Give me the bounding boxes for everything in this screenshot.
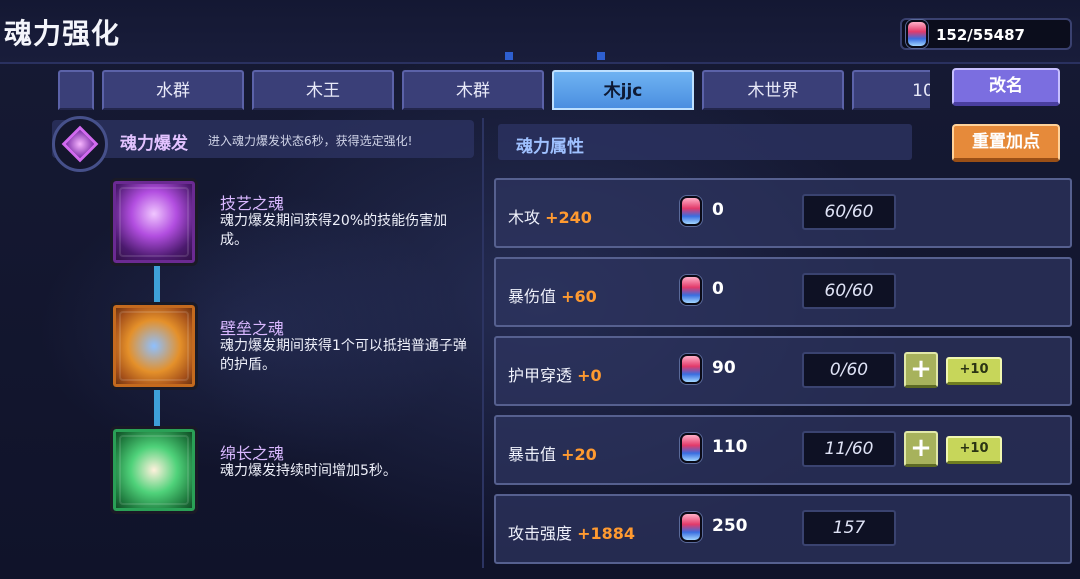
attribute-label: 暴伤值 +60 — [508, 287, 597, 306]
page-title: 魂力强化 — [4, 17, 121, 50]
soul-crystal-icon — [680, 275, 702, 305]
soul-crystal-icon — [680, 433, 702, 463]
soul-crystal-icon — [906, 20, 928, 48]
soul-burst-title: 魂力爆发 — [120, 134, 188, 154]
soul-crystal-icon — [680, 196, 702, 226]
attribute-level: 60/60 — [802, 273, 896, 309]
attribute-cost: 0 — [712, 279, 724, 299]
currency-amount: 152/55487 — [936, 26, 1025, 44]
soul-name: 绵长之魂 — [220, 444, 285, 463]
attribute-label: 木攻 +240 — [508, 208, 592, 227]
reset-points-button[interactable]: 重置加点 — [952, 124, 1060, 162]
attribute-level: 157 — [802, 510, 896, 546]
attribute-cost: 0 — [712, 200, 724, 220]
soul-shield-icon[interactable] — [110, 302, 198, 390]
tab-wood-world[interactable]: 木世界 — [702, 70, 844, 110]
tab-wood-group[interactable]: 木群 — [402, 70, 544, 110]
header-decoration — [505, 52, 615, 60]
attribute-row: 暴伤值 +60 0 60/60 — [494, 257, 1072, 327]
soul-attributes-header: 魂力属性 — [498, 124, 912, 160]
attribute-row: 暴击值 +20 110 11/60 + +10 — [494, 415, 1072, 485]
soul-burst-header: 魂力爆发 进入魂力爆发状态6秒，获得选定强化! — [52, 116, 474, 172]
attribute-bonus: +1884 — [577, 524, 636, 543]
soul-connector — [154, 264, 160, 302]
attribute-bonus: +0 — [577, 366, 602, 385]
soul-clock-icon[interactable] — [110, 426, 198, 514]
soul-crystal-currency: 152/55487 — [900, 18, 1072, 50]
attribute-cost: 250 — [712, 516, 748, 536]
attribute-bonus: +240 — [545, 208, 592, 227]
attribute-cost: 110 — [712, 437, 748, 457]
attribute-level: 0/60 — [802, 352, 896, 388]
attribute-row: 攻击强度 +1884 250 157 — [494, 494, 1072, 564]
add-point-button[interactable]: + — [904, 352, 938, 388]
tab-water-group[interactable]: 水群 — [102, 70, 244, 110]
panel-divider — [482, 118, 484, 568]
attribute-cost: 90 — [712, 358, 736, 378]
attribute-bonus: +60 — [561, 287, 597, 306]
soul-burst-icon — [52, 116, 108, 172]
add-ten-points-button[interactable]: +10 — [946, 436, 1002, 464]
soul-crystal-icon — [680, 354, 702, 384]
top-bar: 魂力强化 152/55487 — [0, 0, 1080, 64]
attribute-level: 60/60 — [802, 194, 896, 230]
attribute-row: 木攻 +240 0 60/60 — [494, 178, 1072, 248]
soul-list: 技艺之魂 魂力爆发期间获得20%的技能伤害加成。 壁垒之魂 魂力爆发期间获得1个… — [110, 178, 482, 514]
attribute-label: 护甲穿透 +0 — [508, 366, 602, 385]
attribute-level: 11/60 — [802, 431, 896, 467]
attribute-bonus: +20 — [561, 445, 597, 464]
rename-button[interactable]: 改名 — [952, 68, 1060, 106]
soul-description: 魂力爆发持续时间增加5秒。 — [220, 463, 397, 479]
attribute-label: 暴击值 +20 — [508, 445, 597, 464]
attribute-label: 攻击强度 +1884 — [508, 524, 636, 543]
add-ten-points-button[interactable]: +10 — [946, 357, 1002, 385]
soul-purple-flame-icon[interactable] — [110, 178, 198, 266]
tab-wood-jjc[interactable]: 木jjc — [552, 70, 694, 110]
tab-10[interactable]: 10 — [852, 70, 930, 110]
tab-scroll-left[interactable] — [58, 70, 94, 110]
soul-attributes-title: 魂力属性 — [516, 137, 584, 157]
add-point-button[interactable]: + — [904, 431, 938, 467]
soul-connector — [154, 388, 160, 426]
soul-name: 技艺之魂 — [220, 194, 285, 213]
soul-description: 魂力爆发期间获得1个可以抵挡普通子弹的护盾。 — [220, 338, 467, 373]
soul-crystal-icon — [680, 512, 702, 542]
soul-name: 壁垒之魂 — [220, 319, 285, 338]
attribute-row: 护甲穿透 +0 90 0/60 + +10 — [494, 336, 1072, 406]
soul-description: 魂力爆发期间获得20%的技能伤害加成。 — [220, 213, 448, 248]
build-tabs: 水群 木王 木群 木jjc 木世界 10 — [58, 70, 930, 110]
soul-burst-description: 进入魂力爆发状态6秒，获得选定强化! — [208, 134, 413, 148]
tab-wood-king[interactable]: 木王 — [252, 70, 394, 110]
